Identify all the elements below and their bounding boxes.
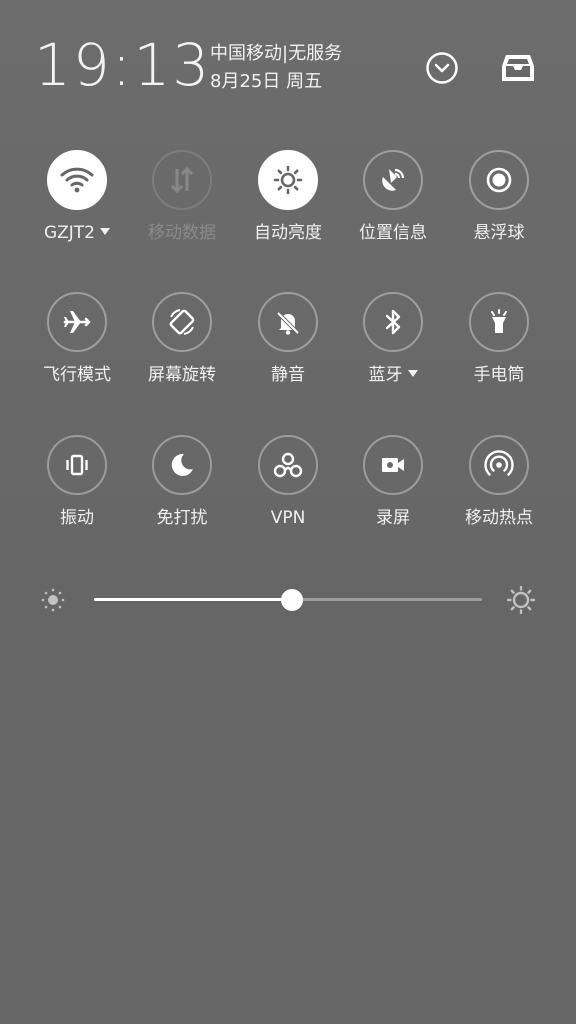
tile-vpn-circle[interactable] xyxy=(258,435,318,495)
brightness-slider[interactable] xyxy=(40,585,540,615)
hotspot-icon xyxy=(484,450,514,476)
tile-hotspot-circle[interactable] xyxy=(469,435,529,495)
tile-floating-ball[interactable]: 悬浮球 xyxy=(449,150,549,244)
chevron-down-circle-icon xyxy=(426,52,458,84)
tile-mobile-data[interactable]: 移动数据 xyxy=(132,150,232,244)
wifi-icon xyxy=(60,167,94,193)
vpn-icon xyxy=(273,452,303,478)
tile-hotspot[interactable]: 移动热点 xyxy=(449,435,549,529)
tile-bluetooth[interactable]: 蓝牙 xyxy=(343,292,443,386)
tile-screen-rotation-circle[interactable] xyxy=(152,292,212,352)
tile-vpn-label: VPN xyxy=(270,508,306,528)
tile-vibrate[interactable]: 振动 xyxy=(27,435,127,529)
bluetooth-icon xyxy=(385,309,401,335)
tile-mute-label: 静音 xyxy=(271,365,305,385)
tile-airplane-circle[interactable] xyxy=(47,292,107,352)
tile-screen-rotation[interactable]: 屏幕旋转 xyxy=(132,292,232,386)
screen-rotation-icon xyxy=(169,309,195,335)
tile-bluetooth-circle[interactable] xyxy=(363,292,423,352)
tile-vibrate-label: 振动 xyxy=(60,508,94,528)
moon-icon xyxy=(171,453,193,476)
tile-mute[interactable]: 静音 xyxy=(238,292,338,386)
tile-airplane-label: 飞行模式 xyxy=(43,365,111,385)
tile-auto-brightness-label: 自动亮度 xyxy=(254,223,322,243)
tile-do-not-disturb[interactable]: 免打扰 xyxy=(132,435,232,529)
mute-bell-icon xyxy=(276,311,300,335)
carrier-status: 中国移动|无服务 xyxy=(210,43,343,64)
tile-auto-brightness-circle[interactable] xyxy=(258,150,318,210)
brightness-track[interactable] xyxy=(94,589,482,611)
tile-wifi[interactable]: GZJT2 xyxy=(27,150,127,244)
tile-screen-record-label: 录屏 xyxy=(376,508,410,528)
floating-ball-icon xyxy=(486,167,512,193)
tile-screen-record[interactable]: 录屏 xyxy=(343,435,443,529)
tile-do-not-disturb-circle[interactable] xyxy=(152,435,212,495)
tile-wifi-label: GZJT2 xyxy=(27,222,127,244)
brightness-icon xyxy=(273,165,303,195)
tile-auto-brightness[interactable]: 自动亮度 xyxy=(238,150,338,244)
tile-mobile-data-label: 移动数据 xyxy=(148,223,216,243)
collapse-button[interactable] xyxy=(424,50,460,86)
date-text: 8月25日 周五 xyxy=(210,71,323,92)
notifications-button[interactable] xyxy=(500,50,536,86)
tile-location[interactable]: 位置信息 xyxy=(343,150,443,244)
tile-location-circle[interactable] xyxy=(363,150,423,210)
bluetooth-caret-icon[interactable] xyxy=(407,369,418,377)
tile-do-not-disturb-label: 免打扰 xyxy=(156,508,208,528)
brightness-thumb[interactable] xyxy=(280,589,303,611)
tile-wifi-circle[interactable] xyxy=(47,150,107,210)
status-header: 19:13 中国移动|无服务 8月25日 周五 xyxy=(0,0,576,130)
tile-vpn[interactable]: VPN xyxy=(238,435,338,529)
inbox-tray-icon xyxy=(502,55,534,81)
screen-record-icon xyxy=(382,458,404,472)
clock: 19:13 xyxy=(34,31,212,99)
tile-flashlight[interactable]: 手电筒 xyxy=(449,292,549,386)
tile-screen-rotation-label: 屏幕旋转 xyxy=(148,365,216,385)
mobile-data-icon xyxy=(170,166,194,194)
tile-mute-circle[interactable] xyxy=(258,292,318,352)
tile-mobile-data-circle[interactable] xyxy=(152,150,212,210)
airplane-icon xyxy=(63,311,91,333)
tile-flashlight-circle[interactable] xyxy=(469,292,529,352)
wifi-caret-icon[interactable] xyxy=(100,227,111,235)
location-icon xyxy=(382,168,405,191)
brightness-low-icon xyxy=(41,588,65,612)
tile-vibrate-circle[interactable] xyxy=(47,435,107,495)
brightness-high-icon xyxy=(506,585,536,615)
tile-floating-ball-label: 悬浮球 xyxy=(473,223,525,243)
brightness-fill xyxy=(94,598,292,601)
vibrate-icon xyxy=(66,454,88,476)
flashlight-icon xyxy=(491,309,507,333)
tile-floating-ball-circle[interactable] xyxy=(469,150,529,210)
tile-bluetooth-label: 蓝牙 xyxy=(343,364,443,386)
tile-flashlight-label: 手电筒 xyxy=(473,365,525,385)
tile-screen-record-circle[interactable] xyxy=(363,435,423,495)
tile-airplane[interactable]: 飞行模式 xyxy=(27,292,127,386)
tile-hotspot-label: 移动热点 xyxy=(465,508,533,528)
tile-location-label: 位置信息 xyxy=(359,223,427,243)
